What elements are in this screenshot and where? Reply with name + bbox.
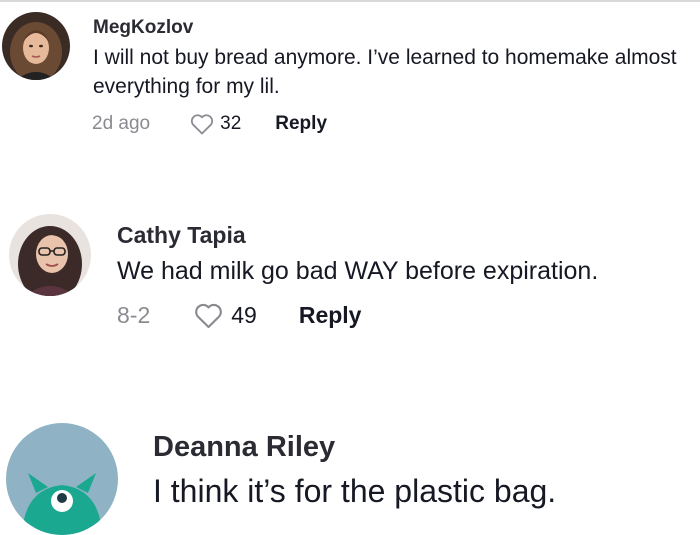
top-divider	[0, 0, 700, 2]
comment-text: We had milk go bad WAY before expiration…	[117, 257, 599, 285]
reply-button[interactable]: Reply	[299, 302, 362, 329]
heart-outline-icon[interactable]	[190, 113, 214, 135]
like-count: 49	[231, 302, 257, 328]
comment-meta: 2d ago 32 Reply	[92, 113, 327, 135]
comment-text: I think it’s for the plastic bag.	[153, 473, 557, 509]
comment-date: 2d ago	[92, 113, 151, 134]
avatar[interactable]	[9, 214, 91, 296]
comment-username[interactable]: MegKozlov	[93, 17, 193, 39]
heart-outline-icon[interactable]	[194, 302, 223, 329]
comment-username[interactable]: Cathy Tapia	[117, 222, 246, 249]
comment-text: I will not buy bread anymore. I’ve learn…	[93, 46, 677, 98]
avatar[interactable]	[6, 423, 118, 535]
like-count: 32	[220, 113, 242, 134]
like-button[interactable]: 49	[194, 302, 257, 329]
comment-username[interactable]: Deanna Riley	[153, 431, 335, 464]
like-button[interactable]: 32	[190, 113, 241, 135]
reply-button[interactable]: Reply	[275, 113, 327, 135]
comment-date: 8-2	[117, 302, 151, 328]
comment-meta: 8-2 49 Reply	[117, 302, 361, 329]
avatar[interactable]	[2, 12, 70, 80]
